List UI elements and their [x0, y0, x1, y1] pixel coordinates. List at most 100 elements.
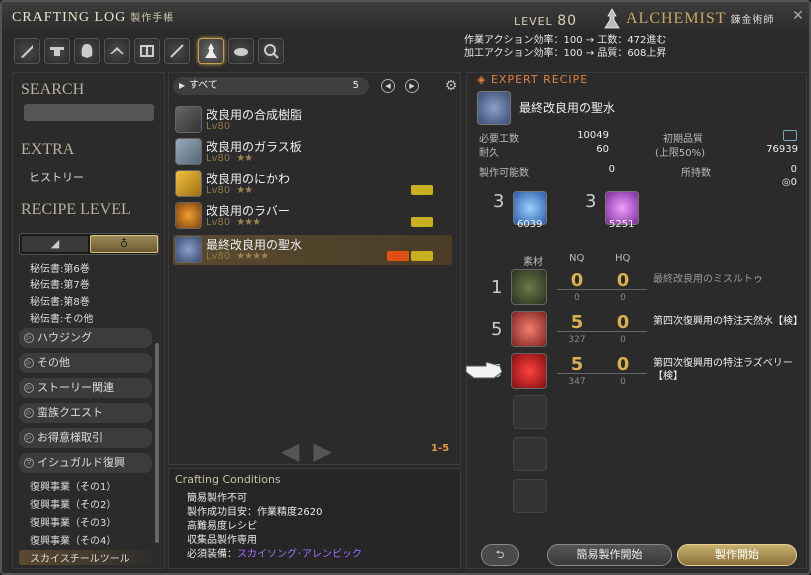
carpenter-icon[interactable] — [14, 38, 40, 64]
hq-assigned[interactable]: 0 — [603, 270, 643, 291]
condition-line: 高難易度レシピ — [187, 521, 257, 532]
recipe-row-selected[interactable]: 最終改良用の聖水 Lv80 ★★★★ — [173, 235, 452, 265]
empty-material-slot — [513, 395, 547, 429]
weaver-icon[interactable] — [164, 38, 190, 64]
resin-item-icon — [175, 106, 202, 133]
expert-recipe-text: EXPERT RECIPE — [490, 73, 589, 86]
material-name: 第四次復興用の特注天然水【検】 — [653, 316, 803, 327]
alchemist-icon[interactable] — [198, 38, 224, 64]
history-link[interactable]: ヒストリー — [29, 169, 84, 185]
quality-cap: (上限50%) — [655, 148, 706, 159]
rubber-item-icon — [175, 202, 202, 229]
material-column-header: 素材 — [523, 257, 543, 268]
expert-recipe-label: ◈ EXPERT RECIPE — [477, 73, 589, 86]
armorer-icon[interactable] — [74, 38, 100, 64]
goldsmith-icon[interactable] — [104, 38, 130, 64]
condition-line: 製作成功目安：作業精度2620 — [187, 507, 323, 518]
sub-item[interactable]: 復興事業（その2） — [30, 496, 116, 511]
quick-synthesis-button[interactable]: 簡易製作開始 — [547, 544, 672, 566]
recipe-stars: ★★★ — [236, 217, 261, 228]
category-label: その他 — [37, 356, 70, 369]
book-item[interactable]: 秘伝書:その他 — [30, 310, 93, 325]
synthesize-button[interactable]: 製作開始 — [677, 544, 797, 566]
master-book-icon[interactable]: ♁ — [90, 235, 158, 253]
recipe-row[interactable]: 改良用のにかわ Lv80 ★★ — [173, 169, 452, 199]
search-icon[interactable] — [258, 38, 284, 64]
material-row[interactable]: 5 5 0 347 0 第四次復興用の特注ラズベリー【検】 — [467, 351, 808, 393]
crystal-owned: 5251 — [609, 219, 635, 230]
holy-water-item-icon[interactable] — [477, 91, 511, 125]
mistletoe-item-icon — [511, 269, 547, 305]
material-row[interactable]: 5 5 0 327 0 第四次復興用の特注天然水【検】 — [467, 309, 808, 351]
book-item[interactable]: 秘伝書:第6巻 — [30, 260, 90, 275]
hq-assigned[interactable]: 0 — [603, 354, 643, 375]
level-value: 80 — [557, 13, 578, 29]
recipe-detail-panel: ◈ EXPERT RECIPE 最終改良用の聖水 必要工数 10049 耐久 6… — [466, 72, 807, 569]
nq-owned: 0 — [574, 293, 580, 303]
recipe-level: Lv80 — [206, 121, 230, 132]
durability-value: 60 — [596, 144, 609, 155]
sub-item[interactable]: 復興事業（その1） — [30, 478, 116, 493]
divider — [557, 373, 647, 374]
recipe-row[interactable]: 改良用のガラス板 Lv80 ★★ — [173, 137, 452, 167]
sub-item[interactable]: 復興事業（その4） — [30, 532, 116, 547]
category-other[interactable]: ▷ その他 — [19, 353, 152, 373]
book-item[interactable]: 秘伝書:第8巻 — [30, 293, 90, 308]
glass-item-icon — [175, 138, 202, 165]
divider — [557, 289, 647, 290]
nq-assigned[interactable]: 5 — [557, 354, 597, 375]
craftable-value: 0 — [608, 164, 615, 175]
collectable-icon — [411, 185, 433, 195]
difficulty-label: 必要工数 — [479, 134, 519, 145]
prev-page-icon[interactable]: ◀ — [381, 79, 395, 93]
recipe-stars: ★★ — [236, 185, 253, 196]
recipe-row[interactable]: 改良用の合成樹脂 Lv80 — [173, 105, 452, 135]
back-icon[interactable]: ⮌ — [481, 544, 519, 566]
pointer-hand-icon — [465, 361, 503, 379]
initial-quality-box[interactable] — [783, 130, 797, 141]
left-navigation-panel: SEARCH EXTRA ヒストリー RECIPE LEVEL ◢ ♁ 秘伝書:… — [12, 72, 165, 569]
sub-item-selected[interactable]: スカイスチールツール — [19, 550, 159, 565]
blacksmith-icon[interactable] — [44, 38, 70, 64]
sub-item[interactable]: 復興事業（その3） — [30, 514, 116, 529]
category-beast-tribe[interactable]: ▷ 蛮族クエスト — [19, 403, 152, 423]
nq-assigned[interactable]: 5 — [557, 312, 597, 333]
culinarian-icon[interactable] — [228, 38, 254, 64]
nq-owned: 347 — [568, 377, 586, 387]
level-range-icon[interactable]: ◢ — [22, 236, 88, 252]
left-scrollbar[interactable] — [155, 343, 159, 543]
gear-icon[interactable]: ⚙ — [443, 78, 459, 94]
category-housing[interactable]: ▷ ハウジング — [19, 328, 152, 348]
expand-icon: ▷ — [24, 383, 34, 393]
page-arrows[interactable]: ◀▶ — [281, 437, 346, 465]
divider — [557, 331, 647, 332]
category-label: ストーリー関連 — [37, 381, 114, 394]
recipe-row[interactable]: 改良用のラバー Lv80 ★★★ — [173, 201, 452, 231]
category-ishgard[interactable]: ▽ イシュガルド復興 — [19, 453, 152, 473]
next-page-icon[interactable]: ▶ — [405, 79, 419, 93]
filter-count: 5 — [352, 80, 359, 91]
nq-column-header: NQ — [569, 253, 585, 264]
filter-dropdown[interactable]: ▶ すべて 5 — [173, 77, 369, 95]
leatherworker-icon[interactable] — [134, 38, 160, 64]
window-title-jp: 製作手帳 — [130, 13, 175, 24]
close-icon[interactable]: ✕ — [788, 8, 808, 26]
category-custom-deliveries[interactable]: ▷ お得意様取引 — [19, 428, 152, 448]
category-story[interactable]: ▷ ストーリー関連 — [19, 378, 152, 398]
empty-material-slot — [513, 479, 547, 513]
window-title: CRAFTING LOG 製作手帳 — [12, 9, 174, 26]
progress-efficiency: 作業アクション効率：100 → 工数：472進む — [464, 35, 667, 46]
search-input[interactable] — [24, 104, 154, 121]
nq-assigned[interactable]: 0 — [557, 270, 597, 291]
quality-label: 初期品質 — [663, 134, 703, 145]
book-item[interactable]: 秘伝書:第7巻 — [30, 276, 90, 291]
alchemist-job-icon — [604, 8, 620, 29]
material-row[interactable]: 1 0 0 0 0 最終改良用のミスルトゥ — [467, 267, 808, 309]
raspberry-item-icon — [511, 353, 547, 389]
material-name: 第四次復興用の特注ラズベリー【検】 — [653, 358, 793, 382]
hq-assigned[interactable]: 0 — [603, 312, 643, 333]
search-heading: SEARCH — [21, 81, 85, 98]
recipe-level: Lv80 ★★★★ — [206, 251, 269, 262]
equipment-value: スカイソング･アレンビック — [237, 549, 362, 560]
quality-value: 76939 — [766, 144, 798, 155]
